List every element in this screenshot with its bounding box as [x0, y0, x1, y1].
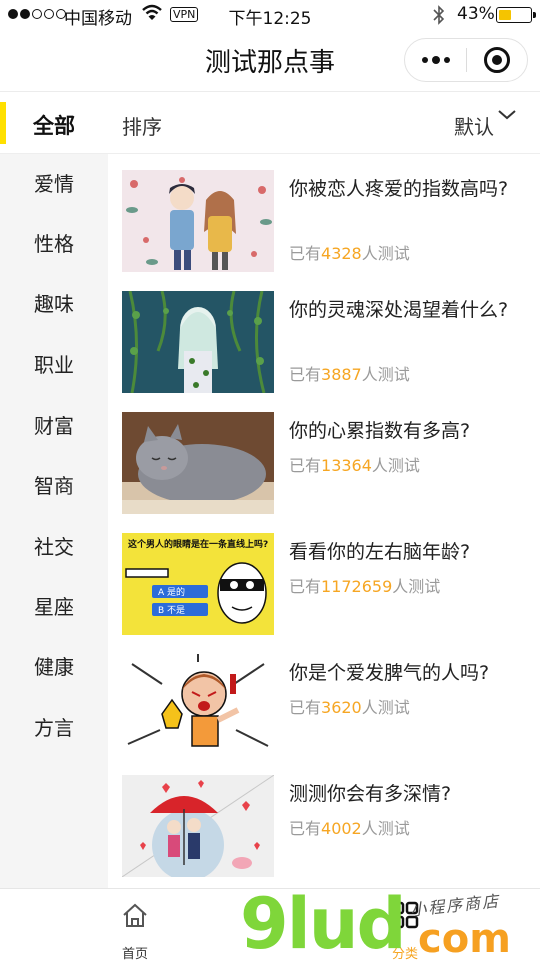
quiz-item[interactable]: 这个男人的眼睛是在一条直线上吗? A 是的 B 不是 看看你的左右脑年龄? 已有…: [108, 517, 540, 638]
category-all-tab[interactable]: 全部: [0, 110, 108, 140]
quiz-item[interactable]: 你的灵魂深处渴望着什么? 已有3887人测试: [108, 275, 540, 396]
chevron-down-icon[interactable]: [498, 110, 516, 120]
sidebar-item-love[interactable]: 爱情: [0, 164, 108, 204]
filter-bar: 全部 排序 默认: [0, 92, 540, 154]
quiz-thumbnail-sleeping-cat: [122, 412, 274, 514]
brain-banner-text: 这个男人的眼睛是在一条直线上吗?: [128, 538, 268, 550]
tab-home-label: 首页: [121, 947, 148, 960]
quiz-thumbnail-couple: [122, 170, 274, 272]
quiz-title: 看看你的左右脑年龄?: [289, 541, 471, 563]
brain-option-a: A 是的: [158, 586, 185, 598]
tab-bar: 首页 分类: [0, 888, 540, 960]
quiz-count: 已有4002人测试: [289, 819, 410, 838]
brain-option-b: B 不是: [158, 605, 185, 616]
sidebar-item-social[interactable]: 社交: [0, 527, 108, 567]
bluetooth-icon: [433, 5, 445, 25]
category-sidebar: 爱情 性格 趣味 职业 财富 智商 社交 星座 健康 方言: [0, 154, 108, 888]
tab-category[interactable]: 分类: [355, 889, 455, 960]
sidebar-item-personality[interactable]: 性格: [0, 224, 108, 264]
quiz-thumbnail-forest-girl: [122, 291, 274, 393]
tab-category-label: 分类: [391, 947, 418, 960]
nav-bar: 测试那点事: [0, 30, 540, 92]
quiz-count: 已有1172659人测试: [289, 577, 441, 596]
quiz-thumbnail-umbrella-couple: [122, 775, 274, 877]
quiz-list: 你被恋人疼爱的指数高吗? 已有4328人测试 你的灵魂深处渴望着什么? 已有38…: [108, 154, 540, 888]
sort-dropdown[interactable]: 默认: [454, 111, 494, 140]
grid-icon: [391, 901, 419, 929]
sidebar-item-fun[interactable]: 趣味: [0, 284, 108, 324]
close-circle-icon[interactable]: [467, 39, 527, 81]
quiz-title: 测测你会有多深情?: [289, 783, 452, 805]
sort-label: 排序: [122, 115, 162, 139]
quiz-title: 你的灵魂深处渴望着什么?: [289, 299, 509, 321]
quiz-thumbnail-brain-test: 这个男人的眼睛是在一条直线上吗? A 是的 B 不是: [122, 533, 274, 635]
tab-home[interactable]: 首页: [85, 889, 185, 960]
quiz-count: 已有3620人测试: [289, 698, 410, 717]
quiz-thumbnail-angry-girl: [122, 654, 274, 756]
quiz-title: 你的心累指数有多高?: [289, 420, 471, 442]
quiz-item[interactable]: 你的心累指数有多高? 已有13364人测试: [108, 396, 540, 517]
status-bar: 中国移动 VPN 下午12:25 43%: [0, 0, 540, 30]
quiz-title: 你是个爱发脾气的人吗?: [289, 662, 490, 684]
home-icon: [123, 903, 147, 927]
quiz-item[interactable]: 你是个爱发脾气的人吗? 已有3620人测试: [108, 638, 540, 759]
battery-icon: [496, 7, 536, 23]
quiz-count: 已有13364人测试: [289, 456, 420, 475]
quiz-item[interactable]: 测测你会有多深情? 已有4002人测试: [108, 759, 540, 880]
more-dots-icon[interactable]: [405, 39, 466, 81]
quiz-title: 你被恋人疼爱的指数高吗?: [289, 178, 509, 200]
sidebar-item-dialect[interactable]: 方言: [0, 708, 108, 748]
sidebar-item-health[interactable]: 健康: [0, 647, 108, 687]
quiz-count: 已有3887人测试: [289, 365, 410, 384]
quiz-count: 已有4328人测试: [289, 244, 410, 263]
quiz-item[interactable]: 你被恋人疼爱的指数高吗? 已有4328人测试: [108, 154, 540, 275]
miniprogram-capsule: [404, 38, 528, 82]
sidebar-item-zodiac[interactable]: 星座: [0, 587, 108, 627]
sidebar-item-iq[interactable]: 智商: [0, 466, 108, 506]
battery-percent: 43%: [457, 4, 495, 24]
sidebar-item-career[interactable]: 职业: [0, 345, 108, 385]
sidebar-item-wealth[interactable]: 财富: [0, 406, 108, 446]
